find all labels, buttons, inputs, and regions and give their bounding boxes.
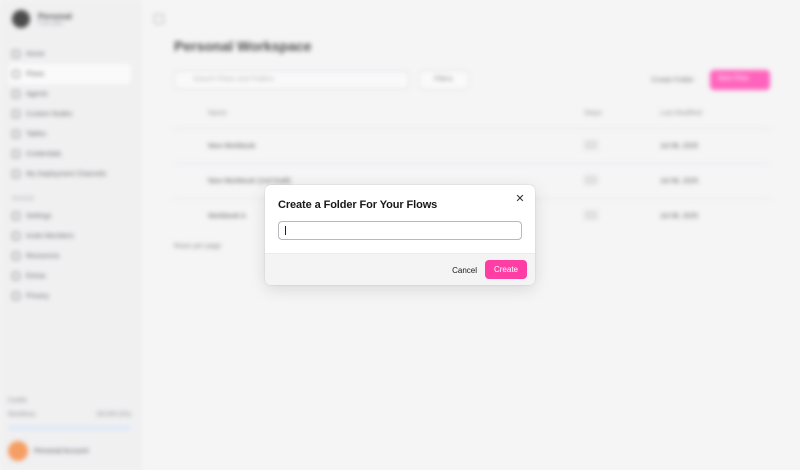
create-folder-dialog: Create a Folder For Your Flows ✕ Cancel … — [265, 185, 535, 285]
text-caret — [285, 226, 286, 235]
dialog-footer: Cancel Create — [265, 253, 535, 285]
cancel-button[interactable]: Cancel — [452, 263, 477, 277]
create-button[interactable]: Create — [485, 260, 527, 279]
folder-name-input[interactable] — [278, 221, 522, 240]
dialog-title: Create a Folder For Your Flows — [278, 199, 438, 211]
close-icon[interactable]: ✕ — [514, 193, 526, 205]
